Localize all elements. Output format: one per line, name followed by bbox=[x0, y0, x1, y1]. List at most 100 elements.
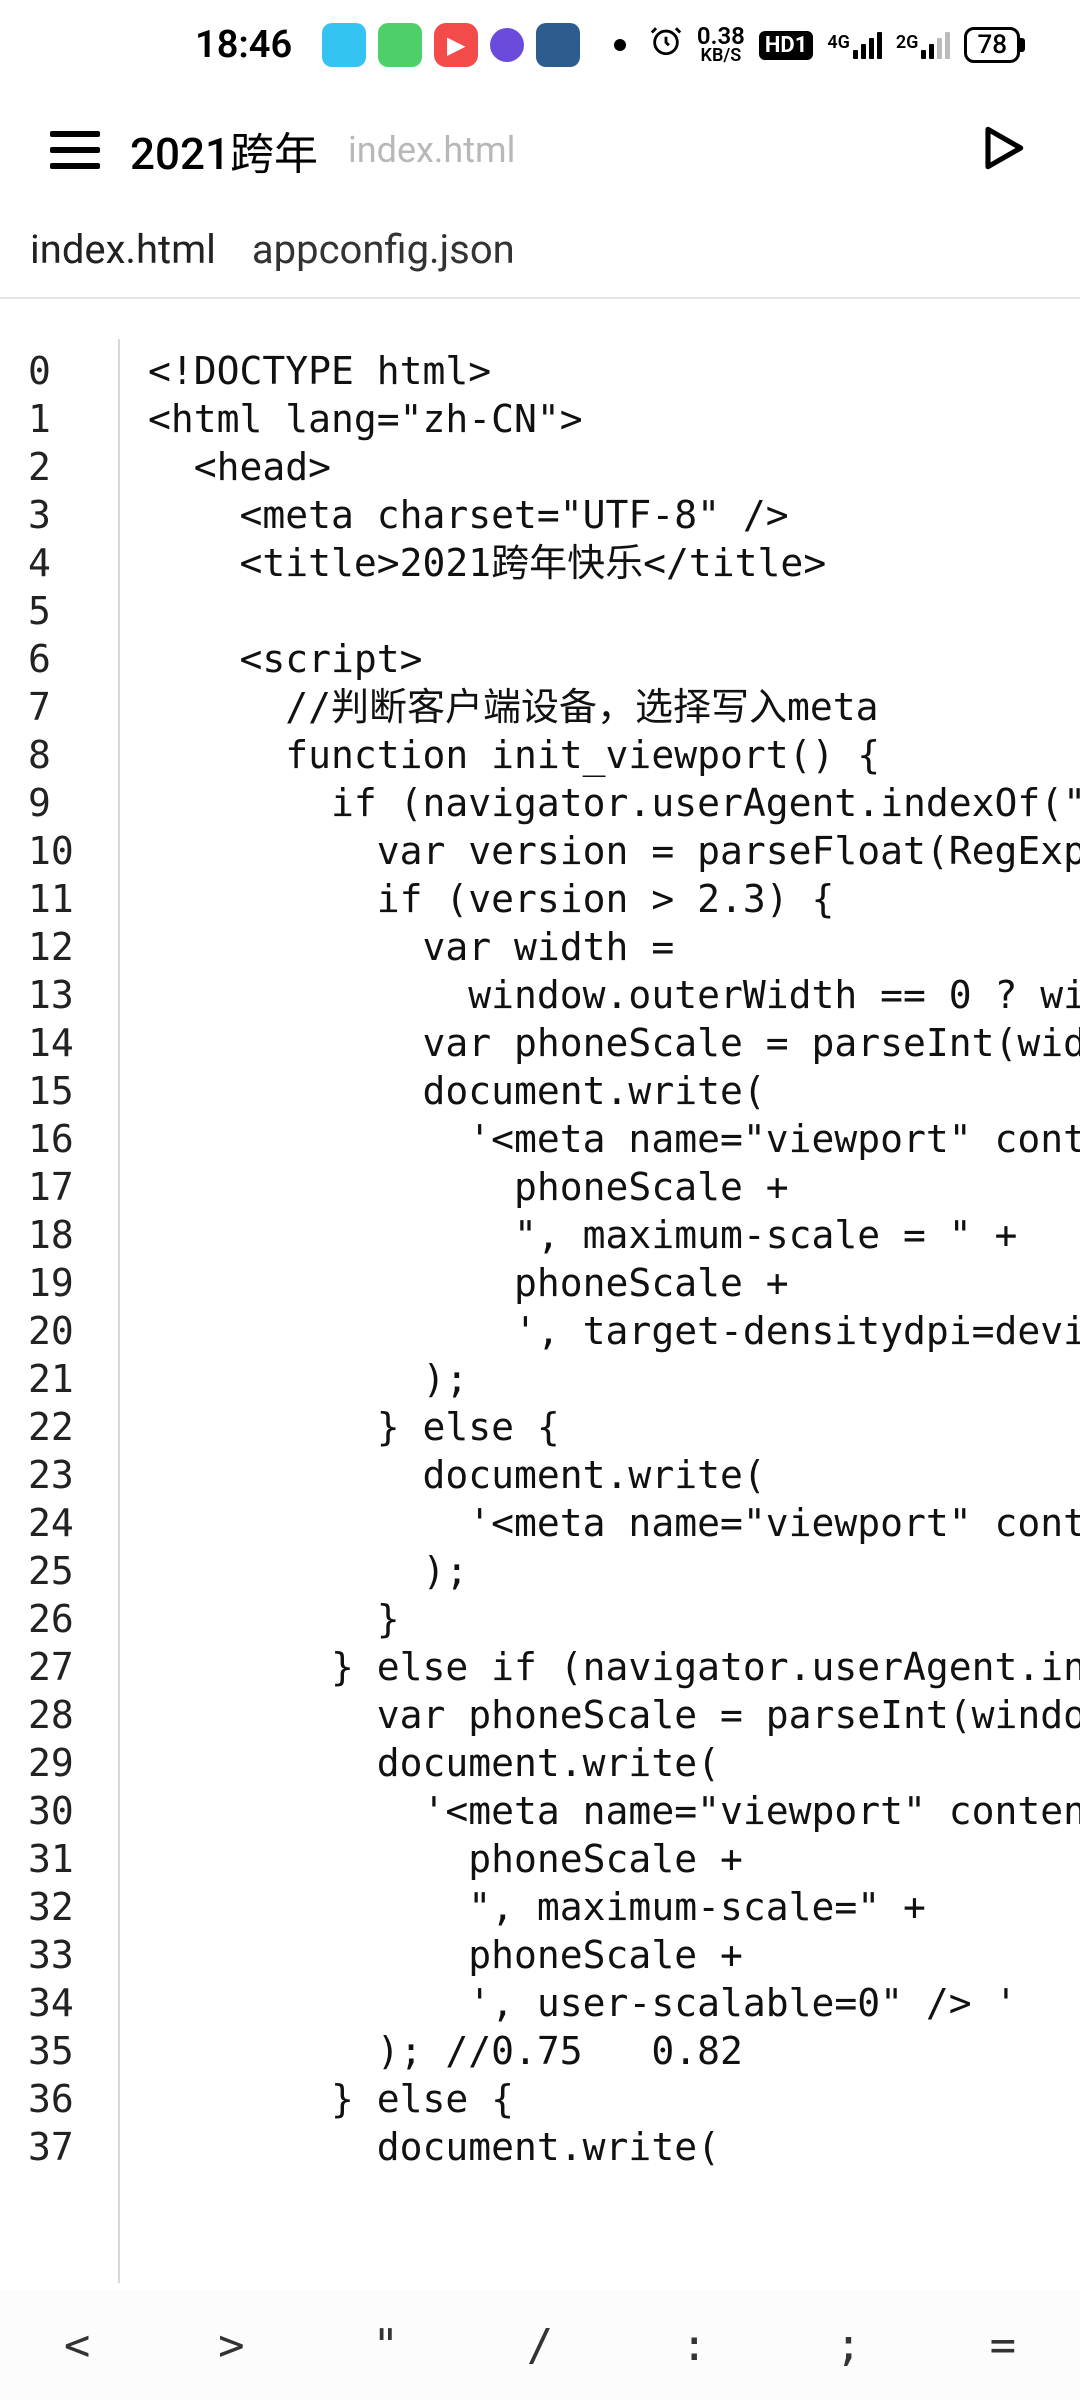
line-number: 34 bbox=[0, 1979, 118, 2027]
line-number: 7 bbox=[0, 683, 118, 731]
line-number: 17 bbox=[0, 1163, 118, 1211]
code-line[interactable]: ', user-scalable=0" /> ' bbox=[148, 1979, 1080, 2027]
code-line[interactable]: } else { bbox=[148, 2075, 1080, 2123]
code-line[interactable]: <meta charset="UTF-8" /> bbox=[148, 491, 1080, 539]
line-number: 9 bbox=[0, 779, 118, 827]
clock-time: 18:46 bbox=[195, 23, 292, 67]
code-line[interactable]: if (navigator.userAgent.indexOf("Android… bbox=[148, 779, 1080, 827]
notif-app-icon-5 bbox=[536, 23, 580, 67]
line-number: 2 bbox=[0, 443, 118, 491]
line-number: 24 bbox=[0, 1499, 118, 1547]
symbol-key-semicolon[interactable]: ; bbox=[771, 2290, 925, 2400]
status-right: 0.38 KB/S HD1 4G 2G 78 bbox=[649, 24, 1020, 66]
code-line[interactable]: ); //0.75 0.82 bbox=[148, 2027, 1080, 2075]
line-number: 19 bbox=[0, 1259, 118, 1307]
code-line[interactable]: if (version > 2.3) { bbox=[148, 875, 1080, 923]
code-line[interactable]: } else { bbox=[148, 1403, 1080, 1451]
line-number: 26 bbox=[0, 1595, 118, 1643]
symbol-key-lt[interactable]: < bbox=[0, 2290, 154, 2400]
run-button[interactable] bbox=[974, 120, 1030, 180]
code-line[interactable]: //判断客户端设备，选择写入meta bbox=[148, 683, 1080, 731]
notif-app-icon-3: ▶ bbox=[434, 23, 478, 67]
code-line[interactable]: phoneScale + bbox=[148, 1835, 1080, 1883]
symbol-key-equals[interactable]: = bbox=[926, 2290, 1080, 2400]
symbol-key-quote[interactable]: " bbox=[309, 2290, 463, 2400]
code-content[interactable]: <!DOCTYPE html><html lang="zh-CN"> <head… bbox=[120, 339, 1080, 2283]
code-line[interactable]: '<meta name="viewport" content="width=5 bbox=[148, 1499, 1080, 1547]
line-number: 18 bbox=[0, 1211, 118, 1259]
code-line[interactable]: phoneScale + bbox=[148, 1163, 1080, 1211]
code-line[interactable]: } bbox=[148, 1595, 1080, 1643]
line-number: 12 bbox=[0, 923, 118, 971]
notif-app-icon-4 bbox=[490, 28, 524, 62]
code-line[interactable]: ", maximum-scale = " + bbox=[148, 1211, 1080, 1259]
notif-app-icon-2 bbox=[378, 23, 422, 67]
code-line[interactable]: document.write( bbox=[148, 1451, 1080, 1499]
code-line[interactable]: window.outerWidth == 0 ? window.screen.w bbox=[148, 971, 1080, 1019]
line-number: 15 bbox=[0, 1067, 118, 1115]
net-speed: 0.38 KB/S bbox=[697, 26, 745, 64]
symbol-key-gt[interactable]: > bbox=[154, 2290, 308, 2400]
line-number: 36 bbox=[0, 2075, 118, 2123]
code-line[interactable]: <script> bbox=[148, 635, 1080, 683]
code-line[interactable]: <!DOCTYPE html> bbox=[148, 347, 1080, 395]
line-number: 5 bbox=[0, 587, 118, 635]
code-line[interactable]: function init_viewport() { bbox=[148, 731, 1080, 779]
line-number: 22 bbox=[0, 1403, 118, 1451]
line-number: 32 bbox=[0, 1883, 118, 1931]
line-number: 11 bbox=[0, 875, 118, 923]
code-line[interactable]: phoneScale + bbox=[148, 1259, 1080, 1307]
code-line[interactable]: '<meta name="viewport" content="width=5 bbox=[148, 1115, 1080, 1163]
hd-badge: HD1 bbox=[759, 31, 813, 60]
code-editor[interactable]: 0123456789101112131415161718192021222324… bbox=[0, 299, 1080, 2283]
file-tabs: index.html appconfig.json bbox=[0, 210, 1080, 299]
line-number: 8 bbox=[0, 731, 118, 779]
status-left: 18:46 ▶ bbox=[195, 23, 626, 67]
line-number: 16 bbox=[0, 1115, 118, 1163]
hamburger-menu-icon[interactable] bbox=[50, 131, 100, 169]
line-number: 10 bbox=[0, 827, 118, 875]
line-number: 29 bbox=[0, 1739, 118, 1787]
symbol-key-colon[interactable]: : bbox=[617, 2290, 771, 2400]
code-line[interactable] bbox=[148, 587, 1080, 635]
notif-app-icon-1 bbox=[322, 23, 366, 67]
code-line[interactable]: <head> bbox=[148, 443, 1080, 491]
alarm-icon bbox=[649, 24, 683, 66]
symbol-key-slash[interactable]: / bbox=[463, 2290, 617, 2400]
code-line[interactable]: phoneScale + bbox=[148, 1931, 1080, 1979]
code-line[interactable]: var phoneScale = parseInt(width) / 500; bbox=[148, 1019, 1080, 1067]
line-number: 23 bbox=[0, 1451, 118, 1499]
signal-2: 2G bbox=[896, 32, 951, 59]
app-header: 2021跨年 index.html bbox=[0, 90, 1080, 210]
line-number: 14 bbox=[0, 1019, 118, 1067]
code-line[interactable]: <html lang="zh-CN"> bbox=[148, 395, 1080, 443]
code-line[interactable]: document.write( bbox=[148, 1739, 1080, 1787]
line-number: 1 bbox=[0, 395, 118, 443]
line-number: 6 bbox=[0, 635, 118, 683]
code-line[interactable]: document.write( bbox=[148, 2123, 1080, 2171]
line-number: 21 bbox=[0, 1355, 118, 1403]
tab-appconfig-json[interactable]: appconfig.json bbox=[252, 226, 515, 273]
code-line[interactable]: document.write( bbox=[148, 1067, 1080, 1115]
code-line[interactable]: ); bbox=[148, 1547, 1080, 1595]
line-number: 27 bbox=[0, 1643, 118, 1691]
code-line[interactable]: ); bbox=[148, 1355, 1080, 1403]
code-line[interactable]: } else if (navigator.userAgent.indexOf("… bbox=[148, 1643, 1080, 1691]
tab-index-html[interactable]: index.html bbox=[30, 226, 216, 273]
signal-1: 4G bbox=[827, 32, 882, 59]
code-line[interactable]: <title>2021跨年快乐</title> bbox=[148, 539, 1080, 587]
code-line[interactable]: var width = bbox=[148, 923, 1080, 971]
code-line[interactable]: var phoneScale = parseInt(window.screen.… bbox=[148, 1691, 1080, 1739]
line-number: 33 bbox=[0, 1931, 118, 1979]
status-bar: 18:46 ▶ 0.38 KB/S HD1 4G 2G 78 bbox=[0, 0, 1080, 90]
symbol-toolbar: < > " / : ; = bbox=[0, 2290, 1080, 2400]
battery-indicator: 78 bbox=[964, 27, 1020, 63]
code-line[interactable]: ', target-densitydpi=device-dpi">' bbox=[148, 1307, 1080, 1355]
code-line[interactable]: var version = parseFloat(RegExp.$1); bbox=[148, 827, 1080, 875]
line-number-gutter: 0123456789101112131415161718192021222324… bbox=[0, 339, 120, 2283]
line-number: 25 bbox=[0, 1547, 118, 1595]
code-line[interactable]: ", maximum-scale=" + bbox=[148, 1883, 1080, 1931]
line-number: 35 bbox=[0, 2027, 118, 2075]
code-line[interactable]: '<meta name="viewport" content="width=50 bbox=[148, 1787, 1080, 1835]
project-name[interactable]: 2021跨年 bbox=[130, 118, 318, 182]
